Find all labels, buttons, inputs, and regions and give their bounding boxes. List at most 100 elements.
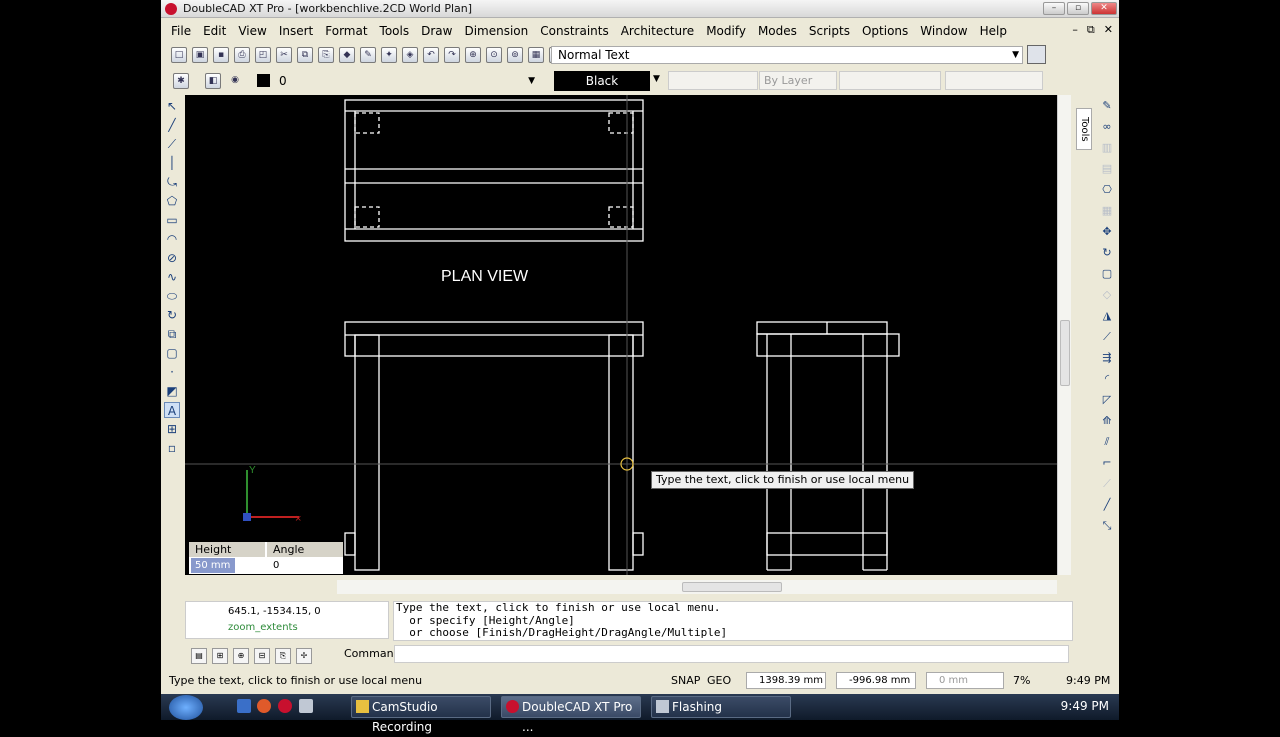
color-select[interactable]: Black: [554, 71, 650, 91]
move-icon[interactable]: ✥: [1099, 224, 1115, 240]
maximize-button[interactable]: ▫: [1067, 2, 1089, 15]
zoom-in-icon[interactable]: ⊕: [465, 47, 481, 63]
scale-icon[interactable]: ▢: [1099, 266, 1115, 282]
cut-icon[interactable]: ✂: [276, 47, 292, 63]
break-icon[interactable]: ⌐: [1099, 455, 1115, 471]
trim-icon[interactable]: ⟋: [1099, 329, 1115, 345]
add-icon[interactable]: ⊕: [233, 648, 249, 664]
rectangle-icon[interactable]: ▭: [164, 212, 180, 228]
menu-dimension[interactable]: Dimension: [464, 24, 528, 38]
hatch-icon[interactable]: ▢: [164, 345, 180, 361]
geo-toggle[interactable]: GEO: [707, 674, 731, 687]
explorer-icon[interactable]: [299, 699, 313, 713]
pen-icon[interactable]: ✎: [1099, 98, 1115, 114]
menu-scripts[interactable]: Scripts: [809, 24, 850, 38]
expand-icon[interactable]: ⊞: [212, 648, 228, 664]
open-file-icon[interactable]: ▣: [192, 47, 208, 63]
drawing-canvas[interactable]: × Y PLAN VIEW: [185, 95, 1057, 575]
chamfer-icon[interactable]: ◸: [1099, 392, 1115, 408]
doc-restore-button[interactable]: ⧉: [1087, 23, 1095, 37]
redo-icon[interactable]: ↷: [444, 47, 460, 63]
layer-settings-icon[interactable]: ✱: [173, 73, 189, 89]
menu-constraints[interactable]: Constraints: [540, 24, 608, 38]
height-input[interactable]: 50 mm: [191, 558, 235, 573]
image-icon[interactable]: ▫: [164, 440, 180, 456]
arc-icon[interactable]: ◠: [164, 231, 180, 247]
layer-manager-icon[interactable]: ◧: [205, 73, 221, 89]
snap-icon[interactable]: ✦: [381, 47, 397, 63]
copy-icon[interactable]: ⧉: [297, 47, 313, 63]
chevron-down-icon[interactable]: ▼: [653, 74, 660, 84]
ellipse-icon[interactable]: ⬭: [164, 288, 180, 304]
linetype-select[interactable]: By Layer: [759, 71, 837, 90]
curve-icon[interactable]: ⤿: [164, 174, 180, 190]
text-tool-icon[interactable]: A: [164, 402, 180, 418]
menu-modes[interactable]: Modes: [758, 24, 797, 38]
menu-format[interactable]: Format: [325, 24, 367, 38]
link-icon[interactable]: ∞: [1099, 119, 1115, 135]
save-icon[interactable]: ▪: [213, 47, 229, 63]
point-icon[interactable]: ·: [164, 364, 180, 380]
stretch-icon[interactable]: ⤡: [1099, 518, 1115, 534]
horizontal-scrollbar[interactable]: [337, 580, 1057, 594]
start-button[interactable]: [169, 695, 203, 720]
eye-icon[interactable]: ◉: [227, 73, 243, 89]
stamp-icon[interactable]: ⎔: [1099, 182, 1115, 198]
vertical-line-icon[interactable]: │: [164, 155, 180, 171]
pattern-select[interactable]: [945, 71, 1043, 90]
offset-icon[interactable]: ⟰: [1099, 413, 1115, 429]
task-flashing[interactable]: Flashing: [651, 696, 791, 718]
menu-architecture[interactable]: Architecture: [621, 24, 694, 38]
collapse-icon[interactable]: ⊟: [254, 648, 270, 664]
grid-icon[interactable]: ▦: [528, 47, 544, 63]
doc-minimize-button[interactable]: –: [1072, 23, 1078, 37]
minimize-button[interactable]: –: [1043, 2, 1065, 15]
select-arrow-icon[interactable]: ↖: [164, 98, 180, 114]
menu-insert[interactable]: Insert: [279, 24, 313, 38]
menu-modify[interactable]: Modify: [706, 24, 746, 38]
style-manager-icon[interactable]: [1027, 45, 1046, 64]
properties-icon[interactable]: ◆: [339, 47, 355, 63]
angle-input[interactable]: 0: [269, 558, 341, 573]
clear-icon[interactable]: ⎘: [275, 648, 291, 664]
text-style-select[interactable]: Normal Text ▼: [551, 46, 1023, 64]
extend-icon[interactable]: ⇶: [1099, 350, 1115, 366]
layers-icon[interactable]: ◈: [402, 47, 418, 63]
show-desktop-icon[interactable]: [237, 699, 251, 713]
command-input[interactable]: [394, 645, 1069, 663]
copy-object-icon[interactable]: ⧉: [164, 326, 180, 342]
tray-clock[interactable]: 9:49 PM: [1061, 699, 1109, 713]
block-icon[interactable]: ⊞: [164, 421, 180, 437]
circle-icon[interactable]: ⊘: [164, 250, 180, 266]
doublecad-quick-icon[interactable]: [278, 699, 292, 713]
y-coordinate[interactable]: -996.98 mm: [836, 672, 916, 689]
menu-options[interactable]: Options: [862, 24, 908, 38]
menu-edit[interactable]: Edit: [203, 24, 226, 38]
print-icon[interactable]: ⎙: [234, 47, 250, 63]
lineweight-select[interactable]: [839, 71, 941, 90]
paste-icon[interactable]: ⎘: [318, 47, 334, 63]
layer-select[interactable]: 0 ▼: [273, 72, 541, 90]
x-coordinate[interactable]: 1398.39 mm: [746, 672, 826, 689]
line-icon[interactable]: ╱: [164, 117, 180, 133]
polyline-icon[interactable]: ⟋: [164, 136, 180, 152]
menu-file[interactable]: File: [171, 24, 191, 38]
divide-icon[interactable]: ⫽: [1099, 434, 1115, 450]
print-preview-icon[interactable]: ◰: [255, 47, 271, 63]
task-doublecad[interactable]: DoubleCAD XT Pro ...: [501, 696, 641, 734]
fillet-icon[interactable]: ◜: [1099, 371, 1115, 387]
new-file-icon[interactable]: □: [171, 47, 187, 63]
menu-draw[interactable]: Draw: [421, 24, 452, 38]
explode-icon[interactable]: ╱: [1099, 497, 1115, 513]
tools-tab[interactable]: Tools: [1076, 108, 1092, 150]
history-icon[interactable]: ▤: [191, 648, 207, 664]
menu-window[interactable]: Window: [920, 24, 967, 38]
vertical-scrollbar[interactable]: [1057, 95, 1071, 575]
z-coordinate[interactable]: 0 mm: [926, 672, 1004, 689]
close-button[interactable]: ✕: [1091, 2, 1117, 15]
lasso-icon[interactable]: ↻: [164, 307, 180, 323]
history-command[interactable]: zoom_extents: [228, 622, 298, 633]
doc-close-button[interactable]: ✕: [1104, 23, 1113, 37]
pencil-icon[interactable]: ✎: [360, 47, 376, 63]
menu-tools[interactable]: Tools: [380, 24, 410, 38]
